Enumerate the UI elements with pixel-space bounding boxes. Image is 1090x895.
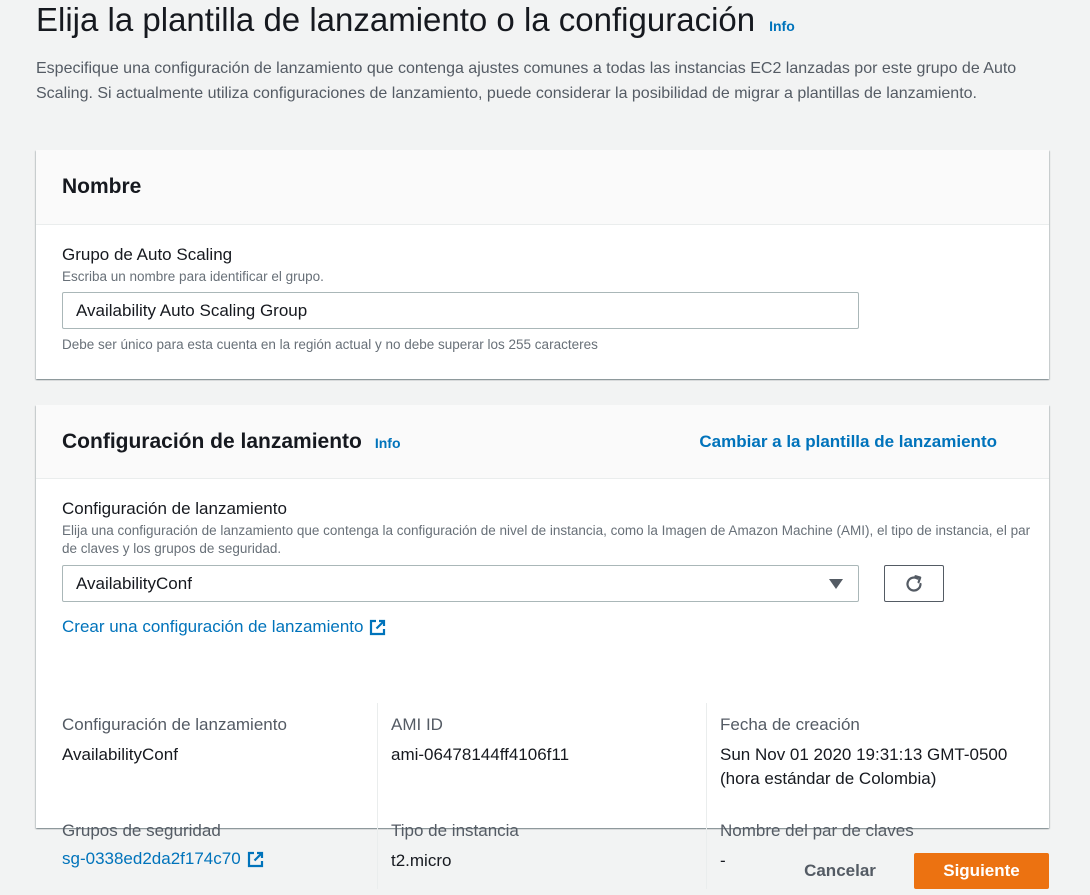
- create-launch-config-link-label: Crear una configuración de lanzamiento: [62, 617, 364, 636]
- external-link-icon: [247, 851, 263, 867]
- detail-label: Tipo de instancia: [391, 821, 519, 840]
- name-panel-header: Nombre: [36, 150, 1049, 225]
- launch-config-select-value: AvailabilityConf: [76, 573, 192, 593]
- security-group-link[interactable]: sg-0338ed2da2f174c70: [62, 849, 265, 869]
- detail-value: t2.micro: [391, 851, 452, 870]
- page-title-row: Elija la plantilla de lanzamiento o la c…: [36, 0, 795, 46]
- external-link-icon: [370, 619, 386, 635]
- page: Elija la plantilla de lanzamiento o la c…: [0, 0, 1090, 895]
- page-info-link[interactable]: Info: [769, 18, 795, 34]
- detail-value-line: Sun Nov 01 2020 19:31:13 GMT-0500: [720, 745, 1008, 764]
- caret-down-icon: [829, 578, 843, 589]
- asg-name-constraint: Debe ser único para esta cuenta en la re…: [62, 337, 598, 352]
- create-launch-config-link[interactable]: Crear una configuración de lanzamiento: [62, 617, 387, 637]
- asg-name-input[interactable]: [62, 292, 859, 329]
- column-divider: [377, 703, 378, 889]
- name-panel: Nombre Grupo de Auto Scaling Escriba un …: [36, 150, 1049, 379]
- launch-config-panel-title: Configuración de lanzamiento: [62, 429, 362, 453]
- creation-date-detail: Fecha de creación Sun Nov 01 2020 19:31:…: [720, 715, 1007, 791]
- launch-config-field-description: Elija una configuración de lanzamiento q…: [62, 523, 1031, 556]
- detail-value: ami-06478144ff4106f11: [391, 745, 570, 764]
- asg-name-label: Grupo de Auto Scaling: [62, 245, 233, 264]
- refresh-icon: [906, 574, 922, 592]
- security-groups-detail: Grupos de seguridad sg-0338ed2da2f174c70: [62, 821, 265, 869]
- instance-type-detail: Tipo de instancia t2.micro: [391, 821, 519, 873]
- name-panel-title: Nombre: [62, 175, 142, 198]
- launch-config-panel-header: Configuración de lanzamiento Info Cambia…: [36, 405, 1049, 479]
- detail-label: Grupos de seguridad: [62, 821, 221, 840]
- detail-value: AvailabilityConf: [62, 745, 178, 764]
- launch-config-field-label: Configuración de lanzamiento: [62, 499, 287, 518]
- column-divider: [706, 703, 707, 889]
- security-group-id: sg-0338ed2da2f174c70: [62, 849, 241, 868]
- asg-name-description: Escriba un nombre para identificar el gr…: [62, 269, 324, 284]
- refresh-button[interactable]: [884, 565, 944, 602]
- launch-config-detail: Configuración de lanzamiento Availabilit…: [62, 715, 287, 767]
- page-description: Especifique una configuración de lanzami…: [36, 60, 1017, 102]
- ami-id-detail: AMI ID ami-06478144ff4106f11: [391, 715, 569, 767]
- detail-label: AMI ID: [391, 715, 443, 734]
- launch-config-select[interactable]: AvailabilityConf: [62, 565, 859, 602]
- next-button[interactable]: Siguiente: [914, 853, 1049, 889]
- launch-config-panel-title-group: Configuración de lanzamiento Info: [62, 430, 401, 454]
- switch-to-launch-template-link[interactable]: Cambiar a la plantilla de lanzamiento: [699, 432, 997, 452]
- launch-config-info-link[interactable]: Info: [375, 435, 401, 451]
- cancel-button[interactable]: Cancelar: [790, 853, 890, 889]
- launch-config-panel: Configuración de lanzamiento Info Cambia…: [36, 405, 1049, 889]
- page-title: Elija la plantilla de lanzamiento o la c…: [36, 1, 756, 38]
- detail-label: Nombre del par de claves: [720, 821, 914, 840]
- detail-label: Configuración de lanzamiento: [62, 715, 287, 734]
- detail-value-line: (hora estándar de Colombia): [720, 769, 937, 788]
- detail-label: Fecha de creación: [720, 715, 860, 734]
